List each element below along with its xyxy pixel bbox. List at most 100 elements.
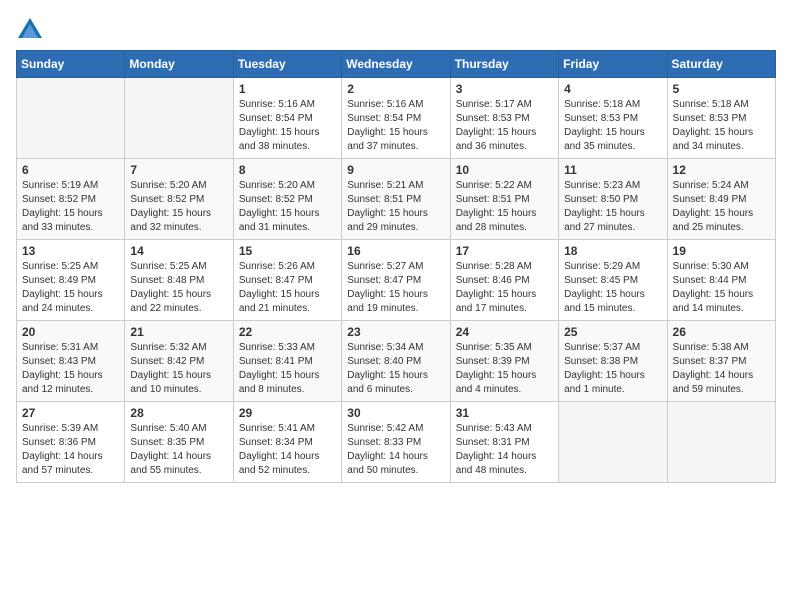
calendar-cell: 19 Sunrise: 5:30 AM Sunset: 8:44 PM Dayli… [667, 240, 775, 321]
calendar-table: SundayMondayTuesdayWednesdayThursdayFrid… [16, 50, 776, 483]
day-info: Sunrise: 5:25 AM Sunset: 8:48 PM Dayligh… [130, 260, 227, 316]
calendar-cell: 22 Sunrise: 5:33 AM Sunset: 8:41 PM Dayli… [233, 321, 341, 402]
day-number: 24 [456, 325, 553, 339]
day-number: 18 [564, 244, 661, 258]
day-info: Sunrise: 5:32 AM Sunset: 8:42 PM Dayligh… [130, 341, 227, 397]
day-info: Sunrise: 5:23 AM Sunset: 8:50 PM Dayligh… [564, 179, 661, 235]
day-info: Sunrise: 5:25 AM Sunset: 8:49 PM Dayligh… [22, 260, 119, 316]
page-header [16, 16, 776, 44]
day-number: 13 [22, 244, 119, 258]
day-info: Sunrise: 5:19 AM Sunset: 8:52 PM Dayligh… [22, 179, 119, 235]
day-info: Sunrise: 5:18 AM Sunset: 8:53 PM Dayligh… [564, 98, 661, 154]
day-number: 11 [564, 163, 661, 177]
calendar-cell: 2 Sunrise: 5:16 AM Sunset: 8:54 PM Daylig… [342, 78, 450, 159]
calendar-cell: 24 Sunrise: 5:35 AM Sunset: 8:39 PM Dayli… [450, 321, 558, 402]
calendar-cell [559, 402, 667, 483]
day-info: Sunrise: 5:42 AM Sunset: 8:33 PM Dayligh… [347, 422, 444, 478]
day-number: 20 [22, 325, 119, 339]
calendar-cell: 18 Sunrise: 5:29 AM Sunset: 8:45 PM Dayli… [559, 240, 667, 321]
day-number: 9 [347, 163, 444, 177]
calendar-week-row: 13 Sunrise: 5:25 AM Sunset: 8:49 PM Dayli… [17, 240, 776, 321]
day-number: 3 [456, 82, 553, 96]
day-number: 23 [347, 325, 444, 339]
day-info: Sunrise: 5:30 AM Sunset: 8:44 PM Dayligh… [673, 260, 770, 316]
calendar-cell: 11 Sunrise: 5:23 AM Sunset: 8:50 PM Dayli… [559, 159, 667, 240]
calendar-cell: 26 Sunrise: 5:38 AM Sunset: 8:37 PM Dayli… [667, 321, 775, 402]
day-number: 26 [673, 325, 770, 339]
day-number: 25 [564, 325, 661, 339]
calendar-cell: 9 Sunrise: 5:21 AM Sunset: 8:51 PM Daylig… [342, 159, 450, 240]
day-info: Sunrise: 5:22 AM Sunset: 8:51 PM Dayligh… [456, 179, 553, 235]
day-number: 5 [673, 82, 770, 96]
day-number: 16 [347, 244, 444, 258]
logo [16, 16, 48, 44]
day-number: 14 [130, 244, 227, 258]
day-info: Sunrise: 5:37 AM Sunset: 8:38 PM Dayligh… [564, 341, 661, 397]
day-number: 15 [239, 244, 336, 258]
calendar-cell: 20Sunrise: 5:31 AM Sunset: 8:43 PM Dayli… [17, 321, 125, 402]
day-number: 8 [239, 163, 336, 177]
day-info: Sunrise: 5:27 AM Sunset: 8:47 PM Dayligh… [347, 260, 444, 316]
calendar-cell: 5 Sunrise: 5:18 AM Sunset: 8:53 PM Daylig… [667, 78, 775, 159]
day-number: 19 [673, 244, 770, 258]
calendar-cell [667, 402, 775, 483]
day-number: 28 [130, 406, 227, 420]
calendar-cell: 15 Sunrise: 5:26 AM Sunset: 8:47 PM Dayli… [233, 240, 341, 321]
day-info: Sunrise: 5:21 AM Sunset: 8:51 PM Dayligh… [347, 179, 444, 235]
day-info: Sunrise: 5:20 AM Sunset: 8:52 PM Dayligh… [130, 179, 227, 235]
calendar-cell [17, 78, 125, 159]
day-number: 22 [239, 325, 336, 339]
day-number: 17 [456, 244, 553, 258]
calendar-cell: 27 Sunrise: 5:39 AM Sunset: 8:36 PM Dayli… [17, 402, 125, 483]
calendar-week-row: 6 Sunrise: 5:19 AM Sunset: 8:52 PM Daylig… [17, 159, 776, 240]
calendar-header-sunday: Sunday [17, 51, 125, 78]
day-info: Sunrise: 5:39 AM Sunset: 8:36 PM Dayligh… [22, 422, 119, 478]
calendar-header-wednesday: Wednesday [342, 51, 450, 78]
calendar-week-row: 27 Sunrise: 5:39 AM Sunset: 8:36 PM Dayli… [17, 402, 776, 483]
day-info: Sunrise: 5:34 AM Sunset: 8:40 PM Dayligh… [347, 341, 444, 397]
day-info: Sunrise: 5:41 AM Sunset: 8:34 PM Dayligh… [239, 422, 336, 478]
day-number: 31 [456, 406, 553, 420]
calendar-cell: 25 Sunrise: 5:37 AM Sunset: 8:38 PM Dayli… [559, 321, 667, 402]
day-number: 1 [239, 82, 336, 96]
calendar-header-saturday: Saturday [667, 51, 775, 78]
calendar-cell: 12 Sunrise: 5:24 AM Sunset: 8:49 PM Dayli… [667, 159, 775, 240]
day-number: 10 [456, 163, 553, 177]
day-info: Sunrise: 5:35 AM Sunset: 8:39 PM Dayligh… [456, 341, 553, 397]
day-info: Sunrise: 5:38 AM Sunset: 8:37 PM Dayligh… [673, 341, 770, 397]
calendar-cell: 16 Sunrise: 5:27 AM Sunset: 8:47 PM Dayli… [342, 240, 450, 321]
calendar-header-friday: Friday [559, 51, 667, 78]
day-info: Sunrise: 5:18 AM Sunset: 8:53 PM Dayligh… [673, 98, 770, 154]
calendar-header-row: SundayMondayTuesdayWednesdayThursdayFrid… [17, 51, 776, 78]
calendar-header-monday: Monday [125, 51, 233, 78]
calendar-cell: 28 Sunrise: 5:40 AM Sunset: 8:35 PM Dayli… [125, 402, 233, 483]
calendar-cell: 3Sunrise: 5:17 AM Sunset: 8:53 PM Daylig… [450, 78, 558, 159]
day-number: 27 [22, 406, 119, 420]
day-number: 7 [130, 163, 227, 177]
logo-icon [16, 16, 44, 44]
day-info: Sunrise: 5:26 AM Sunset: 8:47 PM Dayligh… [239, 260, 336, 316]
calendar-cell: 30 Sunrise: 5:42 AM Sunset: 8:33 PM Dayli… [342, 402, 450, 483]
day-info: Sunrise: 5:29 AM Sunset: 8:45 PM Dayligh… [564, 260, 661, 316]
day-number: 2 [347, 82, 444, 96]
calendar-cell: 17 Sunrise: 5:28 AM Sunset: 8:46 PM Dayli… [450, 240, 558, 321]
day-info: Sunrise: 5:28 AM Sunset: 8:46 PM Dayligh… [456, 260, 553, 316]
day-info: Sunrise: 5:16 AM Sunset: 8:54 PM Dayligh… [239, 98, 336, 154]
calendar-cell: 29Sunrise: 5:41 AM Sunset: 8:34 PM Dayli… [233, 402, 341, 483]
day-info: Sunrise: 5:16 AM Sunset: 8:54 PM Dayligh… [347, 98, 444, 154]
calendar-cell: 23 Sunrise: 5:34 AM Sunset: 8:40 PM Dayli… [342, 321, 450, 402]
day-number: 6 [22, 163, 119, 177]
day-info: Sunrise: 5:33 AM Sunset: 8:41 PM Dayligh… [239, 341, 336, 397]
calendar-cell: 13 Sunrise: 5:25 AM Sunset: 8:49 PM Dayli… [17, 240, 125, 321]
calendar-week-row: 1 Sunrise: 5:16 AM Sunset: 8:54 PM Daylig… [17, 78, 776, 159]
calendar-cell: 4Sunrise: 5:18 AM Sunset: 8:53 PM Daylig… [559, 78, 667, 159]
day-number: 12 [673, 163, 770, 177]
calendar-header-tuesday: Tuesday [233, 51, 341, 78]
day-info: Sunrise: 5:24 AM Sunset: 8:49 PM Dayligh… [673, 179, 770, 235]
calendar-cell: 10 Sunrise: 5:22 AM Sunset: 8:51 PM Dayli… [450, 159, 558, 240]
calendar-cell: 14 Sunrise: 5:25 AM Sunset: 8:48 PM Dayli… [125, 240, 233, 321]
day-info: Sunrise: 5:40 AM Sunset: 8:35 PM Dayligh… [130, 422, 227, 478]
day-number: 30 [347, 406, 444, 420]
calendar-cell: 1 Sunrise: 5:16 AM Sunset: 8:54 PM Daylig… [233, 78, 341, 159]
calendar-cell [125, 78, 233, 159]
